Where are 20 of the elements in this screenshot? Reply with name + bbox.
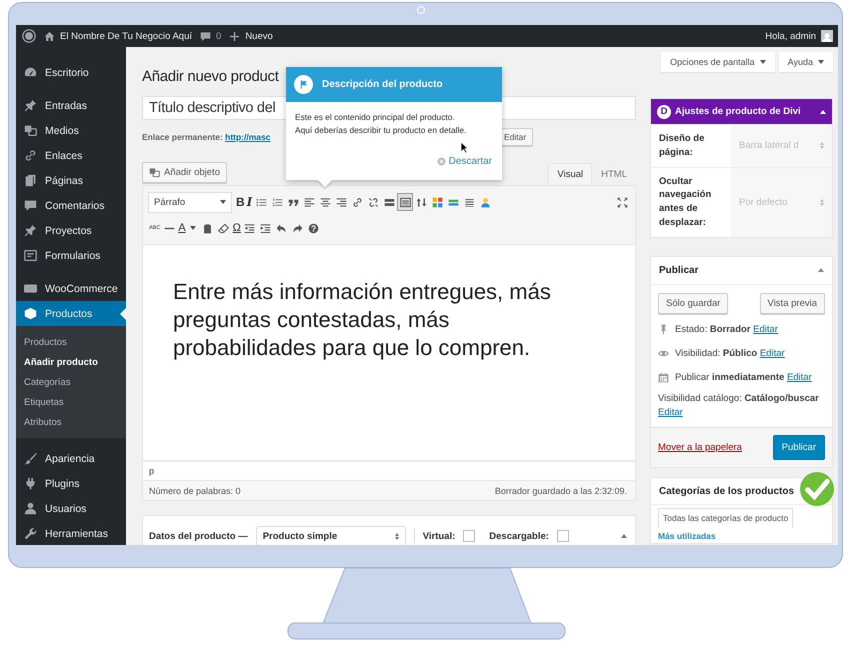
divi-badge: D	[657, 104, 671, 118]
product-data-label: Datos del producto —	[149, 530, 248, 542]
panel-title: Categorías de los productos	[659, 486, 794, 497]
panel-title: Publicar	[659, 264, 698, 276]
setting-label: Ocultar navegación antes de desplazar:	[658, 174, 712, 230]
setting-label: Diseño de página:	[658, 132, 706, 160]
panel-title: Ajustes de producto de Divi	[675, 106, 801, 117]
visibility-text: Visibilidad: Público Editar	[675, 348, 785, 360]
draft-saved-text: Borrador guardado a las 2:32:09.	[494, 486, 627, 496]
downloadable-label: Descargable:	[489, 530, 549, 542]
page-title: Añadir nuevo product	[142, 67, 279, 87]
element-path: p	[149, 466, 154, 476]
virtual-label: Virtual:	[422, 530, 456, 542]
word-count: Número de palabras: 0	[149, 486, 241, 496]
popover-text: Este es el contenido principal del producto. Aquí deberías describir tu producto en detalle.	[294, 111, 468, 138]
schedule-text: Publicar inmediatamente Editar	[675, 372, 812, 384]
status-text: Estado: Borrador Editar	[675, 324, 778, 336]
content-text: Entre más información entregues, más preguntas contestadas, más probabilidades para que lo compren.	[173, 278, 552, 362]
catalog-text: Visibilidad catálogo: Catálogo/buscar Editar	[657, 392, 820, 420]
popover-title: Descripción del producto	[322, 79, 443, 90]
